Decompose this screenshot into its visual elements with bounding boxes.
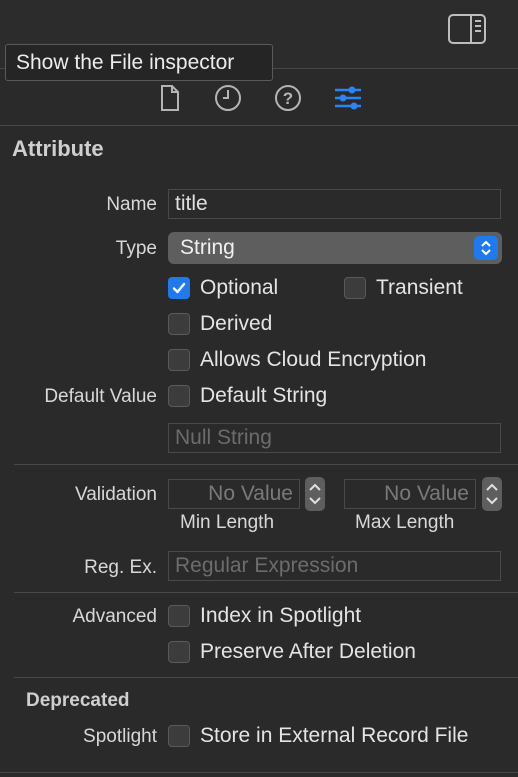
spotlight-label: Spotlight [83, 726, 157, 747]
popup-arrows-icon [474, 236, 498, 260]
tooltip: Show the File inspector [5, 44, 273, 81]
tab-attributes-inspector[interactable] [333, 83, 363, 113]
type-label: Type [115, 238, 157, 259]
sidebar-right-icon [448, 14, 486, 44]
max-length-stepper[interactable] [482, 477, 502, 511]
default-string-label: Default String [200, 384, 328, 407]
optional-option[interactable]: Optional [168, 274, 278, 302]
cloud-encryption-option[interactable]: Allows Cloud Encryption [168, 346, 426, 374]
type-popup[interactable]: String [168, 232, 502, 264]
bottom-divider [0, 772, 518, 773]
external-record-checkbox[interactable] [168, 725, 190, 747]
transient-label: Transient [376, 276, 463, 299]
external-record-label: Store in External Record File [200, 724, 469, 747]
default-string-checkbox[interactable] [168, 385, 190, 407]
section-divider [14, 464, 518, 465]
optional-checkbox[interactable] [168, 277, 190, 299]
history-clock-icon [215, 85, 241, 111]
tab-history-inspector[interactable] [213, 83, 243, 113]
default-value-label: Default Value [44, 386, 157, 407]
svg-text:?: ? [283, 89, 293, 108]
file-icon [161, 85, 179, 111]
preserve-deletion-option[interactable]: Preserve After Deletion [168, 638, 416, 666]
checkmark-icon [172, 282, 186, 294]
default-string-option[interactable]: Default String [168, 382, 327, 410]
cloud-encryption-checkbox[interactable] [168, 349, 190, 371]
preserve-deletion-checkbox[interactable] [168, 641, 190, 663]
optional-label: Optional [200, 276, 279, 299]
derived-option[interactable]: Derived [168, 310, 272, 338]
min-length-field[interactable]: No Value [168, 479, 300, 509]
section-divider [14, 677, 518, 678]
advanced-label: Advanced [72, 606, 157, 627]
external-record-option[interactable]: Store in External Record File [168, 722, 468, 750]
validation-label: Validation [74, 484, 157, 505]
deprecated-header: Deprecated [26, 690, 130, 711]
preserve-deletion-label: Preserve After Deletion [200, 640, 416, 663]
toggle-inspector-button[interactable] [448, 14, 486, 44]
transient-option[interactable]: Transient [344, 274, 463, 302]
name-field[interactable] [168, 189, 501, 219]
attributes-sliders-icon [335, 86, 361, 110]
index-spotlight-option[interactable]: Index in Spotlight [168, 602, 361, 630]
min-length-stepper[interactable] [305, 477, 325, 511]
transient-checkbox[interactable] [344, 277, 366, 299]
section-title: Attribute [12, 136, 104, 161]
help-icon: ? [275, 85, 301, 111]
tab-bar-divider [0, 125, 518, 126]
max-length-label: Max Length [355, 512, 455, 533]
default-value-field[interactable] [168, 423, 501, 453]
cloud-encryption-label: Allows Cloud Encryption [200, 348, 427, 371]
index-spotlight-checkbox[interactable] [168, 605, 190, 627]
section-divider [14, 592, 518, 593]
tab-quick-help[interactable]: ? [273, 83, 303, 113]
min-length-label: Min Length [180, 512, 275, 533]
name-label: Name [106, 194, 157, 215]
stepper-arrows-icon [486, 483, 498, 505]
regex-field[interactable] [168, 551, 501, 581]
index-spotlight-label: Index in Spotlight [200, 604, 362, 627]
tab-file-inspector[interactable] [154, 83, 184, 113]
regex-label: Reg. Ex. [84, 557, 157, 578]
max-length-field[interactable]: No Value [344, 479, 476, 509]
stepper-arrows-icon [309, 483, 321, 505]
derived-label: Derived [200, 312, 273, 335]
derived-checkbox[interactable] [168, 313, 190, 335]
type-value: String [180, 236, 235, 259]
